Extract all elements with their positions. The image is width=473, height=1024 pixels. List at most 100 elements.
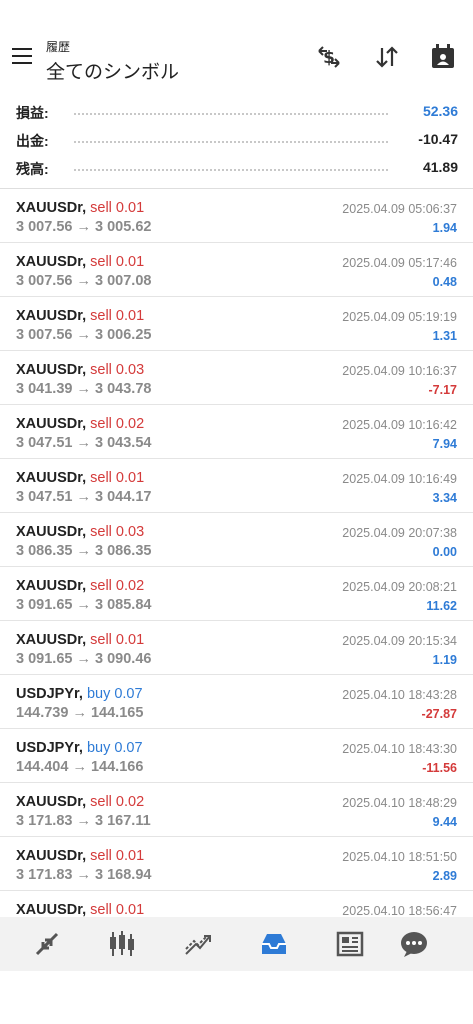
deal-symbol: XAUUSDr, sell 0.01 — [16, 200, 144, 216]
deal-time: 2025.04.09 05:17:46 — [342, 256, 457, 270]
symbol-text: XAUUSDr, — [16, 362, 87, 378]
deal-row[interactable]: XAUUSDr, sell 0.03 3 041.39 → 3 043.78 202… — [0, 351, 473, 405]
deal-side: sell 0.01 — [90, 848, 145, 864]
page-subtitle: 履歴 — [46, 40, 71, 54]
deal-profit: -27.87 — [421, 707, 457, 721]
deal-prices: 3 007.56 → 3 006.25 — [16, 327, 152, 343]
deal-prices: 3 047.51 → 3 043.54 — [16, 435, 152, 451]
deal-profit: 2.89 — [432, 869, 457, 883]
menu-icon[interactable] — [12, 48, 32, 64]
balance-row: 残高: 41.89 — [16, 156, 458, 180]
deal-row[interactable]: XAUUSDr, sell 0.01 3 091.65 → 3 090.46 202… — [0, 621, 473, 675]
deal-side: sell 0.01 — [90, 632, 145, 648]
deal-profit: 1.31 — [432, 329, 457, 343]
page-title[interactable]: 全てのシンボル — [46, 57, 179, 84]
deal-profit: 11.62 — [426, 599, 457, 613]
deal-row[interactable]: XAUUSDr, sell 0.02 3 091.65 → 3 085.84 202… — [0, 567, 473, 621]
symbol-text: XAUUSDr, — [16, 524, 87, 540]
deal-profit: 9.44 — [432, 815, 457, 829]
deal-profit: 0.00 — [432, 545, 457, 559]
deal-row[interactable]: XAUUSDr, sell 0.02 3 047.51 → 3 043.54 202… — [0, 405, 473, 459]
deal-row[interactable]: XAUUSDr, sell 0.01 3 007.56 → 3 005.62 202… — [0, 189, 473, 243]
deal-symbol: XAUUSDr, sell 0.02 — [16, 794, 144, 810]
deal-time: 2025.04.09 10:16:37 — [342, 364, 457, 378]
deal-time: 2025.04.09 05:19:19 — [342, 310, 457, 324]
deal-row[interactable]: XAUUSDr, sell 0.01 3 047.51 → 3 044.17 202… — [0, 459, 473, 513]
deal-symbol: XAUUSDr, sell 0.01 — [16, 254, 144, 270]
symbol-text: XAUUSDr, — [16, 794, 87, 810]
deal-side: sell 0.02 — [90, 578, 145, 594]
deal-symbol: XAUUSDr, sell 0.01 — [16, 308, 144, 324]
symbol-text: XAUUSDr, — [16, 416, 87, 432]
deal-symbol: XAUUSDr, sell 0.01 — [16, 632, 144, 648]
deal-side: sell 0.01 — [90, 200, 145, 216]
chart-icon[interactable] — [106, 928, 138, 960]
history-icon[interactable] — [258, 928, 290, 960]
deal-time: 2025.04.10 18:48:29 — [342, 796, 457, 810]
symbol-text: XAUUSDr, — [16, 308, 87, 324]
deal-profit: 3.34 — [432, 491, 457, 505]
deal-symbol: USDJPYr, buy 0.07 — [16, 686, 143, 702]
deal-symbol: USDJPYr, buy 0.07 — [16, 740, 143, 756]
deal-row[interactable]: XAUUSDr, sell 0.01 3 171.83 → 3 168.94 202… — [0, 837, 473, 891]
deal-prices: 144.739 → 144.165 — [16, 705, 144, 721]
deal-row[interactable]: XAUUSDr, sell 0.01 3 007.56 → 3 006.25 202… — [0, 297, 473, 351]
symbol-text: XAUUSDr, — [16, 578, 87, 594]
deal-prices: 3 171.83 → 3 167.11 — [16, 813, 151, 829]
deal-prices: 144.404 → 144.166 — [16, 759, 144, 775]
deal-row[interactable]: XAUUSDr, sell 0.01 3 007.56 → 3 007.08 202… — [0, 243, 473, 297]
deal-side: sell 0.01 — [90, 902, 145, 917]
deal-time: 2025.04.09 05:06:37 — [342, 202, 457, 216]
deal-prices: 3 086.35 → 3 086.35 — [16, 543, 152, 559]
deals-list[interactable]: XAUUSDr, sell 0.01 3 007.56 → 3 005.62 202… — [0, 189, 473, 917]
deal-prices: 3 091.65 → 3 085.84 — [16, 597, 152, 613]
profit-value: 52.36 — [422, 103, 458, 119]
deal-row[interactable]: XAUUSDr, sell 0.03 3 086.35 → 3 086.35 202… — [0, 513, 473, 567]
withdrawal-label: 出金: — [16, 131, 55, 151]
app-header: 履歴 全てのシンボル $ — [0, 0, 473, 92]
deal-row[interactable]: XAUUSDr, sell 0.02 3 171.83 → 3 167.11 202… — [0, 783, 473, 837]
quotes-icon[interactable] — [31, 928, 63, 960]
deal-prices: 3 171.83 → 3 168.94 — [16, 867, 152, 883]
sort-icon[interactable] — [372, 42, 402, 72]
deal-time: 2025.04.10 18:56:47 — [342, 904, 457, 917]
deal-side: sell 0.01 — [90, 254, 145, 270]
deal-row[interactable]: USDJPYr, buy 0.07 144.404 → 144.166 2025.0… — [0, 729, 473, 783]
calendar-icon[interactable] — [428, 42, 458, 72]
deal-side: sell 0.01 — [90, 470, 145, 486]
deal-side: buy 0.07 — [86, 686, 143, 702]
deal-profit: -7.17 — [428, 383, 458, 397]
deal-row[interactable]: XAUUSDr, sell 0.01 2025.04.10 18:56:47 — [0, 891, 473, 917]
symbol-text: XAUUSDr, — [16, 848, 87, 864]
deal-time: 2025.04.09 10:16:49 — [342, 472, 457, 486]
deal-symbol: XAUUSDr, sell 0.03 — [16, 362, 144, 378]
deal-symbol: XAUUSDr, sell 0.02 — [16, 416, 144, 432]
account-summary: 損益: 52.36 出金: -10.47 残高: 41.89 — [0, 98, 473, 188]
trade-icon[interactable] — [182, 928, 214, 960]
deal-profit: 1.94 — [432, 221, 457, 235]
deal-side: buy 0.07 — [86, 740, 143, 756]
deal-prices: 3 047.51 → 3 044.17 — [16, 489, 152, 505]
deal-side: sell 0.01 — [90, 308, 145, 324]
deal-time: 2025.04.09 20:07:38 — [342, 526, 457, 540]
currency-exchange-icon[interactable]: $ — [314, 42, 344, 72]
symbol-text: USDJPYr, — [16, 740, 83, 756]
chat-icon[interactable] — [398, 928, 430, 960]
deal-time: 2025.04.10 18:43:30 — [342, 742, 457, 756]
deal-prices: 3 007.56 → 3 005.62 — [16, 219, 152, 235]
deal-side: sell 0.03 — [90, 362, 145, 378]
deal-row[interactable]: USDJPYr, buy 0.07 144.739 → 144.165 2025.0… — [0, 675, 473, 729]
deal-symbol: XAUUSDr, sell 0.01 — [16, 902, 144, 917]
deal-side: sell 0.02 — [90, 794, 145, 810]
deal-prices: 3 091.65 → 3 090.46 — [16, 651, 152, 667]
news-icon[interactable] — [334, 928, 366, 960]
bottom-nav — [0, 917, 473, 971]
deal-time: 2025.04.09 10:16:42 — [342, 418, 457, 432]
balance-value: 41.89 — [422, 159, 458, 175]
deal-symbol: XAUUSDr, sell 0.03 — [16, 524, 144, 540]
deal-profit: 7.94 — [432, 437, 457, 451]
deal-prices: 3 041.39 → 3 043.78 — [16, 381, 152, 397]
deal-time: 2025.04.09 20:08:21 — [342, 580, 457, 594]
deal-side: sell 0.02 — [90, 416, 145, 432]
deal-time: 2025.04.10 18:51:50 — [342, 850, 457, 864]
